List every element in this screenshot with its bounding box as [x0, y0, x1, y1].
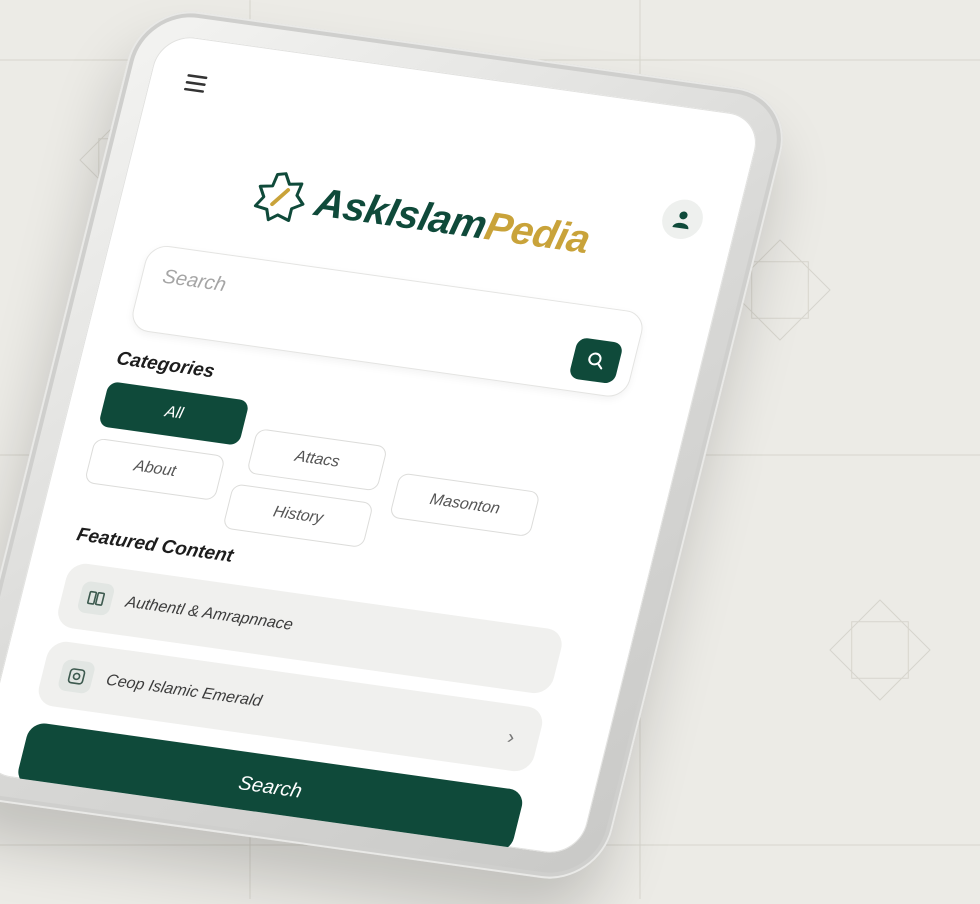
category-chip-attacs[interactable]: Attacs [246, 428, 389, 492]
brand-name-part2: Pedia [480, 204, 595, 262]
search-input[interactable] [157, 260, 526, 343]
image-icon [56, 658, 97, 695]
search-icon [588, 352, 603, 370]
brand-name-part1: AskIslam [310, 180, 492, 247]
book-icon [76, 580, 116, 617]
brand-name: AskIslamPedia [310, 180, 595, 262]
categories-heading: Categories [114, 348, 217, 383]
search-submit-button[interactable] [568, 336, 624, 385]
featured-item-label: Ceop Islamic Emerald [104, 671, 264, 711]
user-icon [672, 211, 689, 230]
app-logo: AskIslamPedia [248, 168, 595, 266]
profile-button[interactable] [657, 197, 708, 242]
category-chip-history[interactable]: History [222, 483, 374, 548]
category-chip-all[interactable]: All [98, 381, 250, 446]
featured-heading: Featured Content [74, 524, 236, 567]
category-chip-masonton[interactable]: Masonton [388, 472, 541, 538]
menu-button[interactable] [176, 66, 217, 100]
menu-icon [184, 74, 208, 93]
star-logo-icon [253, 172, 305, 222]
category-chip-about[interactable]: About [83, 437, 226, 501]
